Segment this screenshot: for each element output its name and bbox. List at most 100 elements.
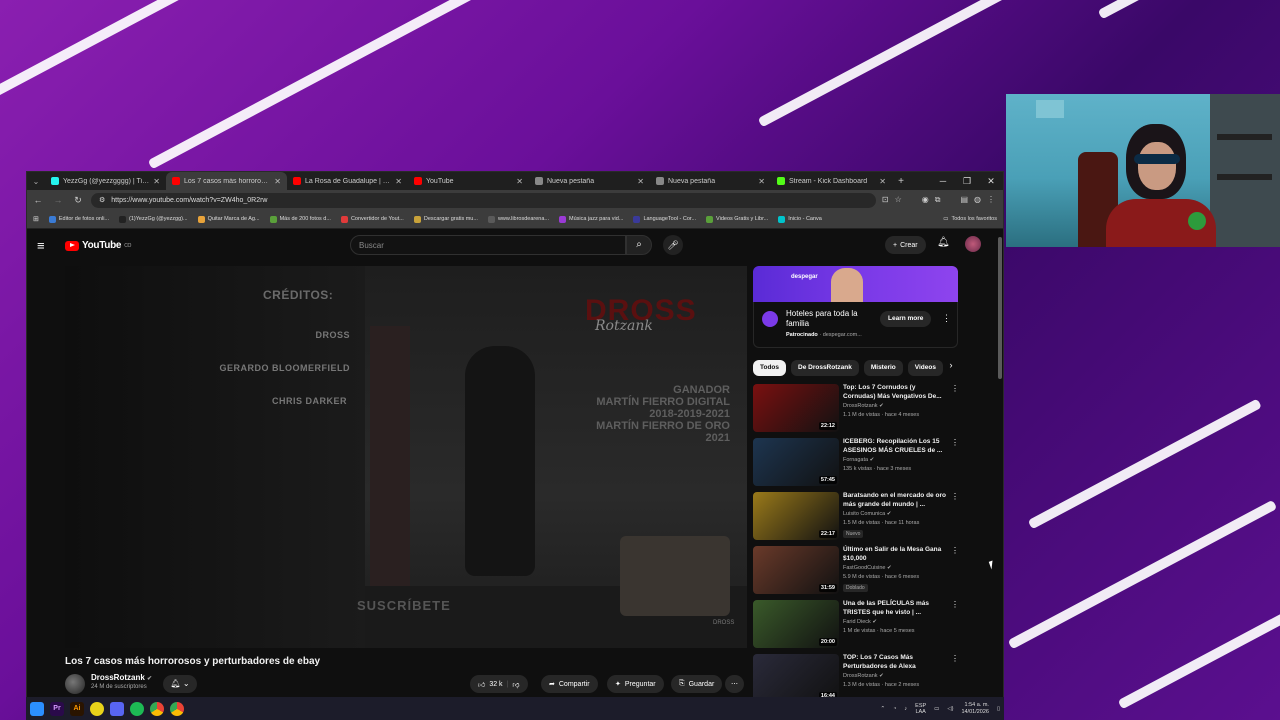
video-thumbnail[interactable]: 22:17 [753, 492, 839, 540]
recommendation-item[interactable]: 22:17 Baratsando en el mercado de oro má… [753, 490, 959, 544]
reload-icon[interactable]: ↻ [71, 195, 85, 206]
tab-close-icon[interactable]: ✕ [516, 177, 523, 186]
lang-indicator[interactable]: ESP LAA [915, 703, 926, 715]
tab-close-icon[interactable]: ✕ [395, 177, 402, 186]
video-thumbnail[interactable]: 31:59 [753, 546, 839, 594]
bookmark-item[interactable]: Quitar Marca de Ag... [197, 215, 260, 223]
more-vertical-icon[interactable]: ⋮ [951, 384, 959, 393]
recommendation-channel[interactable]: DrossRotzank ✔ [843, 673, 884, 679]
scrollbar-thumb[interactable] [998, 237, 1002, 379]
subscription-bell-button[interactable]: 🔔︎ ⌄ [163, 675, 197, 693]
search-input[interactable]: Buscar [350, 235, 626, 255]
extensions-puzzle-icon[interactable]: ⧉ [935, 195, 941, 205]
video-thumbnail[interactable]: 20:00 [753, 600, 839, 648]
sidebar-icon[interactable]: ▤ [960, 195, 968, 205]
video-thumbnail[interactable]: 57:45 [753, 438, 839, 486]
tab-close-icon[interactable]: ✕ [879, 177, 886, 186]
search-button[interactable]: ⌕ [626, 235, 652, 255]
voice-search-button[interactable]: 🎤︎ [663, 235, 683, 255]
chevron-right-icon[interactable]: › [943, 360, 959, 370]
tab-close-icon[interactable]: ✕ [153, 177, 160, 186]
recommendation-item[interactable]: 31:59 Último en Salir de la Mesa Gana $1… [753, 544, 959, 598]
bookmark-star-icon[interactable]: ☆ [895, 195, 902, 205]
url-field[interactable]: ⚙ https://www.youtube.com/watch?v=ZW4ho_… [91, 192, 876, 208]
recommendation-title[interactable]: Top: Los 7 Cornudos (y Cornudas) Más Ven… [843, 384, 947, 401]
channel-avatar[interactable] [65, 674, 85, 694]
recommendation-channel[interactable]: Farid Dieck ✔ [843, 619, 877, 625]
recommendation-channel[interactable]: FastGoodCuisine ✔ [843, 565, 892, 571]
more-vertical-icon[interactable]: ⋮ [951, 546, 959, 555]
ad-logo-icon[interactable] [762, 311, 778, 327]
back-icon[interactable]: ← [31, 195, 45, 205]
filter-chip[interactable]: Videos [907, 360, 943, 376]
more-vertical-icon[interactable]: ⋮ [951, 654, 959, 663]
ad-banner[interactable]: despegar [753, 266, 958, 302]
recommendation-item[interactable]: 16:44 TOP: Los 7 Casos Más Perturbadores… [753, 652, 959, 697]
browser-tab[interactable]: Los 7 casos más horrorosos y p✕ [166, 172, 287, 190]
notifications-bell-icon[interactable]: 🔔︎ [937, 237, 950, 248]
app-icon[interactable] [90, 701, 104, 716]
discord-icon[interactable] [110, 701, 124, 716]
tray-app-icon[interactable]: ◔ [893, 706, 896, 712]
ad-more-icon[interactable]: ⋮ [942, 313, 951, 324]
bookmark-item[interactable]: Videos Gratis y Libr... [706, 215, 768, 223]
ask-button[interactable]: ✦ Preguntar [607, 675, 664, 693]
recommendation-title[interactable]: ICEBERG: Recopilación Los 15 ASESINOS MÁ… [843, 438, 947, 455]
minimize-icon[interactable]: ─ [931, 172, 955, 190]
close-icon[interactable]: ✕ [979, 172, 1003, 190]
video-thumbnail[interactable]: 16:44 [753, 654, 839, 697]
thumbs-down-icon[interactable]: 👎︎ [512, 680, 519, 689]
site-info-icon[interactable]: ⚙ [99, 196, 105, 204]
all-bookmarks-folder[interactable]: ▭ Todos los favoritos [943, 216, 997, 222]
recommendation-item[interactable]: 20:00 Una de las PELÍCULAS más TRISTES q… [753, 598, 959, 652]
like-button[interactable]: 👍︎ 32 k | 👎︎ [470, 675, 528, 693]
more-actions-button[interactable]: ⋯ [725, 675, 744, 693]
extension-icon[interactable]: ◉ [922, 195, 929, 205]
browser-menu-icon[interactable]: ⋮ [987, 195, 995, 205]
recommendation-channel[interactable]: Luisito Comunica ✔ [843, 511, 891, 517]
share-button[interactable]: ➦ Compartir [541, 675, 598, 693]
video-player[interactable]: CRÉDITOS: DROSS GERARDO BLOOMERFIELD CHR… [65, 266, 747, 648]
page-scrollbar[interactable] [997, 229, 1003, 697]
illustrator-icon[interactable]: Ai [70, 701, 84, 716]
save-button[interactable]: ⎘ Guardar [671, 675, 723, 693]
recommendation-channel[interactable]: DrossRotzank ✔ [843, 403, 884, 409]
bookmark-item[interactable]: Descargar gratis mu... [413, 215, 478, 223]
tab-search-icon[interactable]: ⌄ [27, 177, 45, 186]
account-avatar[interactable] [965, 236, 981, 252]
learn-more-button[interactable]: Learn more [880, 311, 932, 327]
browser-tab[interactable]: Nueva pestaña ✕ [529, 172, 650, 190]
tab-close-icon[interactable]: ✕ [758, 177, 765, 186]
more-vertical-icon[interactable]: ⋮ [951, 492, 959, 501]
browser-tab[interactable]: Nueva pestaña ✕ [650, 172, 771, 190]
browser-tab[interactable]: YezzGg (@yezzgggg) | TikTok ✕ [45, 172, 166, 190]
bookmark-item[interactable]: Música jazz para vid... [559, 215, 623, 223]
channel-name[interactable]: DrossRotzank ✔ [91, 673, 152, 682]
recommendation-title[interactable]: Último en Salir de la Mesa Gana $10,000 [843, 546, 947, 563]
more-vertical-icon[interactable]: ⋮ [951, 438, 959, 447]
video-thumbnail[interactable]: 22:12 [753, 384, 839, 432]
install-icon[interactable]: ⊡ [882, 195, 889, 205]
bookmark-item[interactable]: Convertidor de Yout... [340, 215, 404, 223]
create-button[interactable]: + Crear [885, 236, 926, 254]
browser-tab[interactable]: Stream - Kick Dashboard ✕ [771, 172, 892, 190]
browser-tab[interactable]: La Rosa de Guadalupe | El Nov ✕ [287, 172, 408, 190]
bookmark-item[interactable]: LanguageTool - Cor... [633, 215, 696, 223]
profile-icon[interactable]: ◍ [974, 195, 981, 205]
chevron-up-icon[interactable]: ⌃ [880, 706, 885, 712]
network-icon[interactable]: ▭ [934, 706, 939, 712]
menu-icon[interactable]: ≡ [37, 238, 53, 253]
filter-chip[interactable]: Misterio [863, 360, 903, 376]
more-vertical-icon[interactable]: ⋮ [951, 600, 959, 609]
chrome-profile-icon[interactable] [170, 701, 184, 716]
filter-chip[interactable]: De DrossRotzank [791, 360, 859, 376]
recommendation-channel[interactable]: Fornagata ✔ [843, 457, 874, 463]
forward-icon[interactable]: → [51, 195, 65, 205]
restore-icon[interactable]: ❐ [955, 172, 979, 190]
apps-grid-icon[interactable]: ⊞ [33, 215, 39, 223]
bookmark-item[interactable]: Editor de fotos onli... [48, 215, 109, 223]
premiere-icon[interactable]: Pr [50, 701, 64, 716]
bookmark-item[interactable]: www.librosdearena... [487, 215, 549, 223]
browser-tab[interactable]: YouTube ✕ [408, 172, 529, 190]
notification-icon[interactable]: ▯ [997, 706, 1000, 712]
